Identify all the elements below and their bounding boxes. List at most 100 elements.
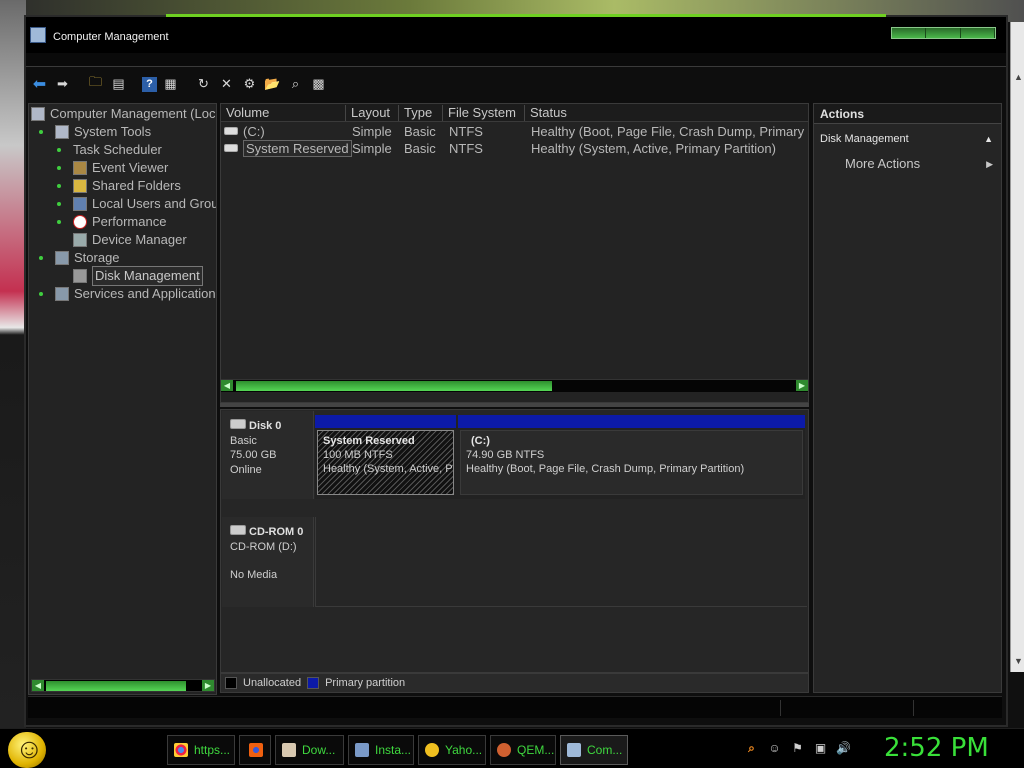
scroll-thumb[interactable] [46, 681, 186, 691]
taskbar-item-firefox[interactable] [239, 735, 271, 765]
network-icon[interactable]: ▣ [813, 741, 828, 756]
taskbar-item-download[interactable]: Dow... [275, 735, 344, 765]
search-icon[interactable]: ⌕ [286, 75, 305, 94]
drive-icon [224, 144, 238, 152]
chevron-right-icon: ▶ [986, 159, 993, 169]
tree-item-performance[interactable]: Performance [57, 213, 166, 231]
cdrom-0-label[interactable]: CD-ROM 0 CD-ROM (D:) No Media [222, 517, 314, 607]
properties-icon[interactable]: ▦ [161, 75, 180, 94]
expand-icon[interactable] [57, 202, 61, 206]
expand-icon[interactable] [57, 166, 61, 170]
search-icon[interactable]: ⌕ [744, 741, 759, 756]
more-actions-item[interactable]: More Actions ▶ [814, 154, 1001, 174]
scroll-right-icon[interactable]: ▶ [796, 380, 808, 391]
more-actions-label: More Actions [845, 156, 921, 171]
column-header-type[interactable]: Type [399, 105, 443, 121]
column-header-layout[interactable]: Layout [346, 105, 399, 121]
tree-item-label: Task Scheduler [73, 142, 162, 157]
taskbar-item-label: Insta... [375, 743, 412, 757]
column-header-file-system[interactable]: File System [443, 105, 525, 121]
connect-icon[interactable]: ⚙ [240, 75, 259, 94]
cdrom-0-area[interactable] [315, 517, 807, 607]
cdrom-drive: CD-ROM (D:) [230, 540, 297, 553]
scroll-down-icon: ▼ [1014, 656, 1023, 666]
table-row[interactable]: System Reserved Simple Basic NTFS Health… [221, 140, 808, 157]
expand-icon[interactable] [39, 292, 43, 296]
partition-system-reserved[interactable]: System Reserved 100 MB NTFS Healthy (Sys… [315, 415, 456, 497]
device-manager-icon [73, 233, 87, 247]
expand-icon[interactable] [57, 184, 61, 188]
tree-item-task-scheduler[interactable]: Task Scheduler [57, 141, 162, 159]
collapse-icon[interactable]: ▲ [984, 130, 993, 148]
title-bar[interactable]: Computer Management [26, 17, 1006, 53]
taskbar: https... Dow... Insta... Yaho... QEM... … [0, 728, 1024, 768]
partition-body: System Reserved 100 MB NTFS Healthy (Sys… [317, 430, 454, 495]
partition-c-drive[interactable]: (C:) 74.90 GB NTFS Healthy (Boot, Page F… [458, 415, 805, 497]
tree-horizontal-scrollbar[interactable]: ◀ ▶ [31, 679, 215, 692]
show-hide-tree-icon[interactable]: ▤ [109, 75, 128, 94]
column-header-volume[interactable]: Volume [221, 105, 346, 121]
tree-item-disk-management[interactable]: Disk Management [73, 266, 203, 286]
actions-section-label: Disk Management [820, 133, 909, 145]
background-scrollbar: ▲ ▼ [1010, 22, 1024, 672]
scroll-thumb[interactable] [236, 381, 552, 391]
forward-icon[interactable]: ➡ [53, 75, 72, 94]
start-button[interactable] [8, 732, 46, 768]
actions-section-disk-management[interactable]: Disk Management ▲ [814, 130, 1001, 148]
disk-state: Online [230, 463, 262, 476]
delete-icon[interactable]: ✕ [217, 75, 236, 94]
cdrom-state: No Media [230, 569, 278, 581]
tree-item-event-viewer[interactable]: Event Viewer [57, 159, 168, 177]
action-center-flag-icon[interactable]: ⚑ [790, 741, 805, 756]
performance-icon [73, 215, 87, 229]
scroll-right-icon[interactable]: ▶ [202, 680, 214, 691]
taskbar-item-installer[interactable]: Insta... [348, 735, 414, 765]
volume-list-horizontal-scrollbar[interactable]: ◀ ▶ [221, 379, 808, 392]
expand-icon[interactable] [39, 256, 43, 260]
messenger-icon[interactable]: ☺ [767, 741, 782, 756]
volume-status: Healthy (Boot, Page File, Crash Dump, Pr… [531, 124, 805, 139]
scroll-left-icon[interactable]: ◀ [32, 680, 44, 691]
tree-item-device-manager[interactable]: Device Manager [73, 231, 187, 249]
drive-icon [224, 127, 238, 135]
open-icon[interactable]: 📂 [263, 75, 282, 94]
primary-partition-swatch [307, 677, 320, 689]
console-icon[interactable]: ▩ [309, 75, 328, 94]
toolbar-separator [76, 75, 82, 94]
scroll-up-icon: ▲ [1014, 72, 1023, 82]
tree-item-computer-management[interactable]: Computer Management (Loc [31, 105, 215, 123]
up-folder-icon[interactable]: 🗀 [86, 74, 105, 94]
taskbar-clock[interactable]: 2:52 PM [884, 733, 989, 763]
tree-item-local-users[interactable]: Local Users and Grou [57, 195, 216, 213]
partition-status: Healthy (Boot, Page File, Crash Dump, Pr… [466, 463, 745, 475]
back-icon[interactable]: ⬅ [30, 75, 49, 94]
navigation-tree: Computer Management (Loc System Tools Ta… [28, 103, 217, 695]
tree-item-storage[interactable]: Storage [39, 249, 120, 267]
refresh-icon[interactable]: ↻ [194, 75, 213, 94]
taskbar-item-qemu[interactable]: QEM... [490, 735, 556, 765]
volume-type: Basic [404, 141, 436, 156]
volume-icon[interactable]: 🔊 [836, 741, 851, 756]
close-button[interactable] [961, 28, 995, 38]
pane-splitter[interactable] [220, 403, 809, 407]
expand-icon[interactable] [57, 148, 61, 152]
taskbar-item-chrome[interactable]: https... [167, 735, 235, 765]
minimize-button[interactable] [892, 28, 927, 38]
taskbar-item-yahoo[interactable]: Yaho... [418, 735, 486, 765]
expand-icon[interactable] [57, 220, 61, 224]
tree-item-shared-folders[interactable]: Shared Folders [57, 177, 181, 195]
maximize-button[interactable] [926, 28, 961, 38]
tree-item-services[interactable]: Services and Application [39, 285, 216, 303]
tree-item-system-tools[interactable]: System Tools [39, 123, 151, 141]
partition-name: (C:) [471, 435, 490, 447]
volume-name: System Reserved [243, 140, 352, 157]
disk-0-label[interactable]: Disk 0 Basic 75.00 GB Online [222, 411, 314, 499]
volume-file-system: NTFS [449, 141, 483, 156]
column-header-status[interactable]: Status [525, 105, 808, 121]
expand-icon[interactable] [39, 130, 43, 134]
help-icon[interactable]: ? [142, 76, 157, 92]
taskbar-item-computer-management[interactable]: Com... [560, 735, 628, 765]
primary-partition-bar [315, 415, 456, 428]
scroll-left-icon[interactable]: ◀ [221, 380, 233, 391]
table-row[interactable]: (C:) Simple Basic NTFS Healthy (Boot, Pa… [221, 123, 808, 140]
